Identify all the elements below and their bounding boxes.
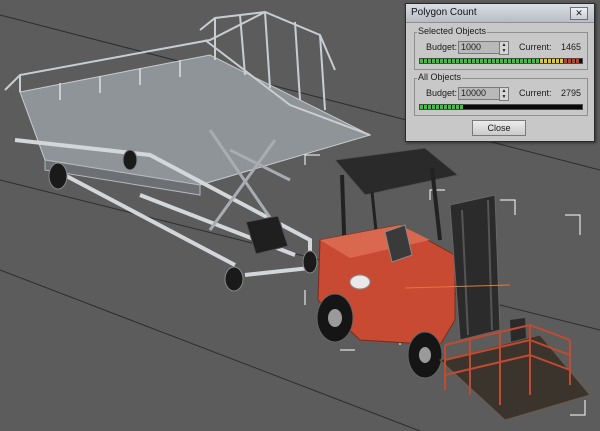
selected-meter-segment bbox=[488, 59, 491, 63]
all-meter-segment bbox=[444, 105, 447, 109]
selected-budget-label: Budget: bbox=[426, 42, 458, 52]
selected-objects-title: Selected Objects bbox=[417, 26, 488, 36]
all-meter-segment bbox=[456, 105, 459, 109]
selected-meter-segment bbox=[560, 59, 563, 63]
selected-meter-segment bbox=[568, 59, 571, 63]
selected-meter-segment bbox=[424, 59, 427, 63]
selected-meter-segment bbox=[564, 59, 567, 63]
dialog-titlebar[interactable]: Polygon Count ✕ bbox=[406, 4, 594, 23]
selected-meter-segment bbox=[460, 59, 463, 63]
selected-meter-segment bbox=[464, 59, 467, 63]
selected-meter-segment bbox=[520, 59, 523, 63]
selected-meter-segment bbox=[468, 59, 471, 63]
all-objects-group: All Objects Budget: 10000 ▲ ▼ Current: 27… bbox=[414, 72, 588, 116]
all-meter-segment bbox=[448, 105, 451, 109]
selected-meter-segment bbox=[572, 59, 575, 63]
selected-meter-segment bbox=[524, 59, 527, 63]
selected-meter-segment bbox=[444, 59, 447, 63]
selected-meter-segment bbox=[552, 59, 555, 63]
selected-meter-segment bbox=[448, 59, 451, 63]
selected-meter-segment bbox=[428, 59, 431, 63]
selected-meter-segment bbox=[452, 59, 455, 63]
all-budget-input[interactable]: 10000 bbox=[458, 87, 500, 100]
all-current-value: 2795 bbox=[560, 88, 581, 98]
selected-meter-segment bbox=[496, 59, 499, 63]
all-current-label: Current: bbox=[519, 88, 552, 98]
selected-meter-segment bbox=[440, 59, 443, 63]
selected-meter-segment bbox=[472, 59, 475, 63]
selected-meter-segment bbox=[548, 59, 551, 63]
selected-meter-segment bbox=[432, 59, 435, 63]
selected-meter-segment bbox=[504, 59, 507, 63]
dialog-title: Polygon Count bbox=[411, 7, 477, 18]
selected-meter-segment bbox=[420, 59, 423, 63]
selected-meter-segment bbox=[436, 59, 439, 63]
all-meter-segment bbox=[420, 105, 423, 109]
selected-current-value: 1465 bbox=[560, 42, 581, 52]
all-meter-segment bbox=[440, 105, 443, 109]
selected-objects-group: Selected Objects Budget: 1000 ▲ ▼ Current… bbox=[414, 26, 588, 70]
all-meter-segment bbox=[452, 105, 455, 109]
selected-meter-segment bbox=[536, 59, 539, 63]
selected-current-label: Current: bbox=[519, 42, 552, 52]
close-button[interactable]: Close bbox=[472, 120, 526, 136]
selected-meter-segment bbox=[544, 59, 547, 63]
selected-meter-segment bbox=[540, 59, 543, 63]
selected-meter-segment bbox=[456, 59, 459, 63]
polygon-count-dialog: Polygon Count ✕ Selected Objects Budget:… bbox=[405, 3, 595, 142]
all-meter-segment bbox=[436, 105, 439, 109]
all-objects-title: All Objects bbox=[417, 72, 463, 82]
selected-meter-segment bbox=[508, 59, 511, 63]
selected-meter-segment bbox=[480, 59, 483, 63]
selected-meter-segment bbox=[516, 59, 519, 63]
all-polygon-meter bbox=[419, 104, 583, 110]
all-budget-spinner[interactable]: ▲ ▼ bbox=[499, 87, 509, 101]
selected-budget-input[interactable]: 1000 bbox=[458, 41, 500, 54]
selected-meter-segment bbox=[500, 59, 503, 63]
selected-polygon-meter bbox=[419, 58, 583, 64]
all-meter-segment bbox=[428, 105, 431, 109]
selected-meter-segment bbox=[512, 59, 515, 63]
selected-meter-segment bbox=[476, 59, 479, 63]
selected-meter-segment bbox=[576, 59, 579, 63]
selected-budget-spinner[interactable]: ▲ ▼ bbox=[499, 41, 509, 55]
close-icon[interactable]: ✕ bbox=[570, 7, 588, 20]
all-budget-label: Budget: bbox=[426, 88, 458, 98]
selected-meter-segment bbox=[556, 59, 559, 63]
all-meter-segment bbox=[460, 105, 463, 109]
selected-meter-segment bbox=[532, 59, 535, 63]
all-meter-segment bbox=[432, 105, 435, 109]
selected-meter-segment bbox=[484, 59, 487, 63]
selected-meter-segment bbox=[492, 59, 495, 63]
selected-meter-segment bbox=[528, 59, 531, 63]
all-meter-segment bbox=[424, 105, 427, 109]
